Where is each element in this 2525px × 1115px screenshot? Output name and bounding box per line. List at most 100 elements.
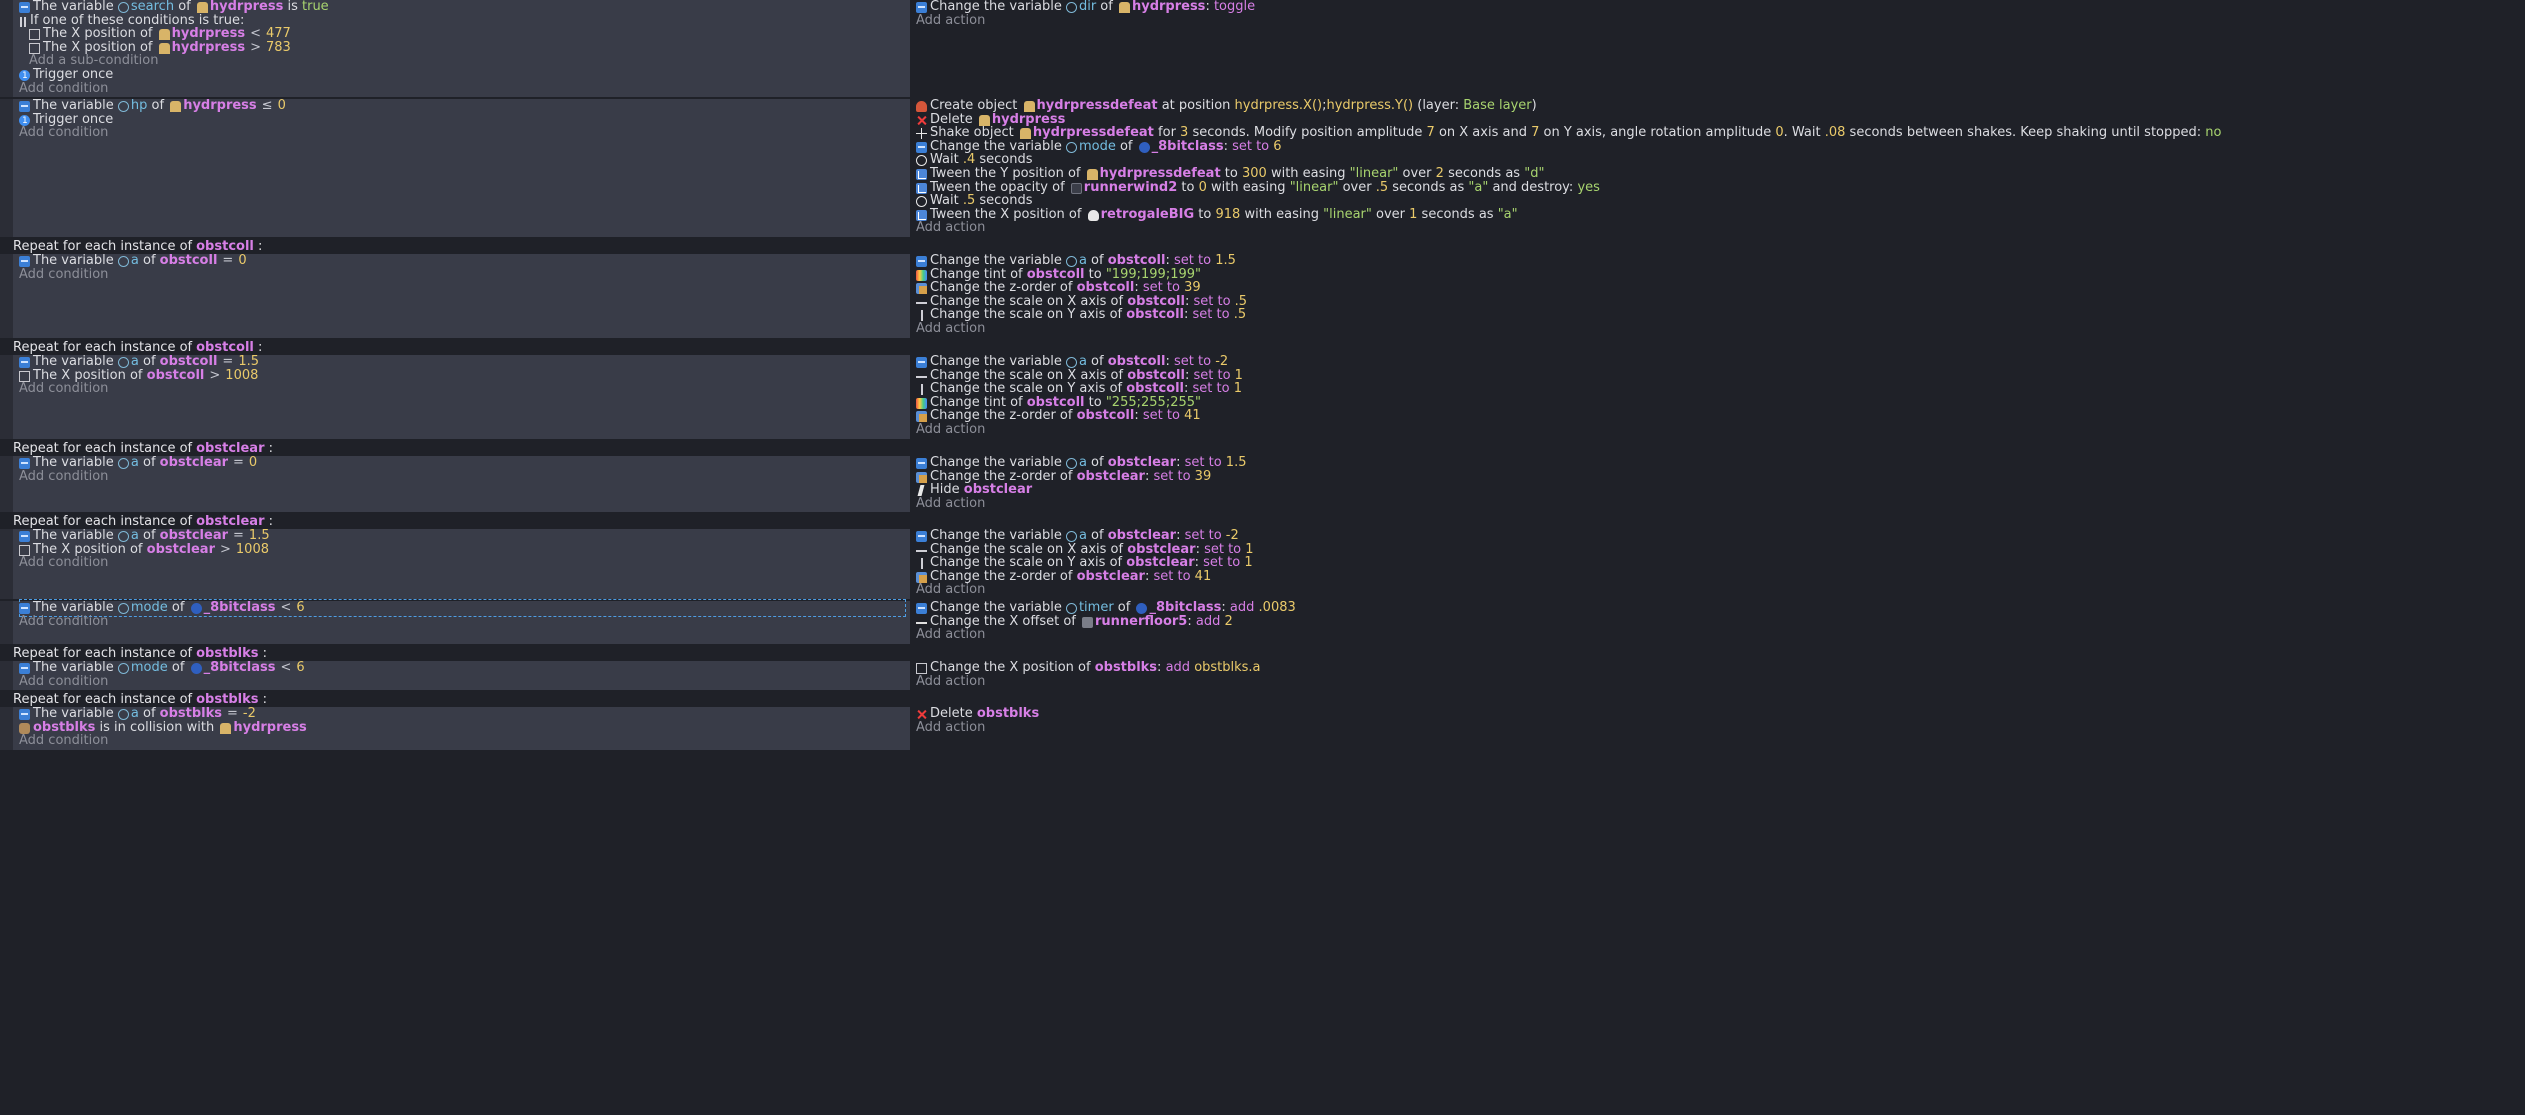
add-condition-link[interactable]: Add condition: [19, 673, 108, 691]
add-condition-row[interactable]: Add condition: [19, 673, 108, 691]
value: 1.5: [1215, 253, 1236, 268]
add-condition-link[interactable]: Add condition: [19, 468, 108, 486]
conditions-panel[interactable]: The variable a of obstcoll = 1.5 The X posi…: [13, 354, 910, 439]
operation-keyword: set to: [1153, 569, 1191, 584]
variable-name: mode: [130, 600, 168, 615]
actions-panel[interactable]: Create object hydrpressdefeat at positio…: [911, 98, 2525, 237]
event-block[interactable]: The variable mode of _8bitclass <6 Add con…: [0, 599, 2525, 644]
add-action-row[interactable]: Add action: [916, 421, 985, 439]
operator: <: [280, 660, 292, 675]
actions-panel[interactable]: Change the variable timer of _8bitclass:…: [911, 600, 2525, 644]
add-condition-link[interactable]: Add condition: [19, 380, 108, 398]
event-left-bar: [0, 355, 13, 439]
add-action-row[interactable]: Add action: [916, 219, 985, 237]
actions-panel[interactable]: Change the variable a of obstclear: set …: [911, 528, 2525, 599]
variable-icon: [916, 602, 927, 614]
add-action-row[interactable]: Add action: [916, 12, 985, 30]
value: 1.5: [1225, 455, 1247, 470]
action-row[interactable]: Tween the X position of retrogaleBIG to …: [916, 206, 1518, 224]
conditions-panel[interactable]: The variable search of hydrpress is true…: [13, 0, 910, 97]
instruction-text: to: [1177, 180, 1199, 195]
add-condition-link[interactable]: Add condition: [19, 266, 108, 284]
add-condition-row[interactable]: Add condition: [19, 554, 108, 572]
8bitclass-object-icon: [190, 602, 202, 614]
add-action-row[interactable]: Add action: [916, 581, 985, 599]
value: hydrpress.X(): [1234, 98, 1323, 113]
value: 0: [277, 98, 286, 113]
hydrpress-object-icon: [170, 100, 182, 112]
add-condition-row[interactable]: Add condition: [19, 124, 108, 142]
add-action-link[interactable]: Add action: [916, 719, 985, 737]
add-condition-row[interactable]: Add condition: [19, 613, 108, 631]
conditions-panel[interactable]: The variable mode of _8bitclass <6 Add con…: [13, 660, 910, 691]
add-action-row[interactable]: Add action: [916, 626, 985, 644]
add-action-link[interactable]: Add action: [916, 626, 985, 644]
repeat-event[interactable]: Repeat for each instance of obstcoll : The…: [0, 340, 2525, 439]
add-action-link[interactable]: Add action: [916, 320, 985, 338]
add-action-row[interactable]: Add action: [916, 320, 985, 338]
add-action-link[interactable]: Add action: [916, 219, 985, 237]
actions-panel[interactable]: Delete obstblks Add action: [911, 706, 2525, 750]
add-condition-link[interactable]: Add condition: [19, 732, 108, 750]
repeat-event[interactable]: Repeat for each instance of obstblks : The…: [0, 646, 2525, 690]
operation-keyword: add: [1165, 660, 1191, 675]
conditions-panel[interactable]: The variable a of obstclear = 1.5 The X pos…: [13, 528, 910, 599]
hydrpress-object-icon: [196, 1, 208, 13]
add-condition-link[interactable]: Add condition: [19, 80, 108, 98]
conditions-panel[interactable]: The variable hp of hydrpress≤0Trigger on…: [13, 98, 910, 237]
object-name: obstclear: [1076, 569, 1145, 584]
string-value: true: [302, 0, 329, 14]
conditions-panel[interactable]: The variable mode of _8bitclass <6 Add con…: [13, 599, 910, 644]
actions-panel[interactable]: Change the variable a of obstcoll: set t…: [911, 354, 2525, 439]
instruction-text: with easing: [1206, 180, 1290, 195]
repeat-event[interactable]: Repeat for each instance of obstclear : Th…: [0, 441, 2525, 512]
add-action-link[interactable]: Add action: [916, 495, 985, 513]
repeat-event[interactable]: Repeat for each instance of obstcoll : The…: [0, 239, 2525, 338]
condition-row[interactable]: The variable mode of _8bitclass <6: [19, 599, 906, 617]
variable-scope-icon: [1065, 530, 1077, 542]
instruction-text: :: [1223, 139, 1233, 154]
add-action-link[interactable]: Add action: [916, 421, 985, 439]
add-action-link[interactable]: Add action: [916, 581, 985, 599]
variable-name: a: [130, 253, 139, 268]
wait-icon: [916, 195, 927, 207]
object-name: _8bitclass: [203, 660, 276, 675]
actions-panel[interactable]: Change the X position of obstblks: add o…: [911, 660, 2525, 691]
add-action-link[interactable]: Add action: [916, 12, 985, 30]
value: 0: [238, 253, 247, 268]
add-condition-row[interactable]: Add condition: [19, 732, 108, 750]
add-action-link[interactable]: Add action: [916, 673, 985, 691]
instruction-text: . Wait: [1783, 125, 1825, 140]
actions-panel[interactable]: Change the variable a of obstcoll: set t…: [911, 253, 2525, 338]
variable-icon: [19, 255, 30, 267]
add-condition-row[interactable]: Add condition: [19, 266, 108, 284]
instruction-text: to: [1194, 207, 1216, 222]
conditions-panel[interactable]: The variable a of obstblks = -2 obstblks is…: [13, 706, 910, 750]
value: 7: [1426, 125, 1435, 140]
string-value: Base layer: [1463, 98, 1532, 113]
actions-panel[interactable]: Change the variable a of obstclear: set …: [911, 455, 2525, 513]
conditions-panel[interactable]: The variable a of obstclear = 0 Add conditi…: [13, 455, 910, 512]
add-condition-row[interactable]: Add condition: [19, 468, 108, 486]
instruction-text: :: [1157, 660, 1166, 675]
actions-panel[interactable]: Change the variable dir of hydrpress: to…: [911, 0, 2525, 97]
add-condition-row[interactable]: Add condition: [19, 380, 108, 398]
event-block[interactable]: The variable hp of hydrpress≤0Trigger on…: [0, 98, 2525, 237]
add-action-row[interactable]: Add action: [916, 719, 985, 737]
add-condition-link[interactable]: Add condition: [19, 124, 108, 142]
add-condition-link[interactable]: Add condition: [19, 554, 108, 572]
conditions-panel[interactable]: The variable a of obstcoll = 0 Add conditio…: [13, 253, 910, 338]
add-action-row[interactable]: Add action: [916, 495, 985, 513]
add-condition-row[interactable]: Add condition: [19, 80, 108, 98]
repeat-event[interactable]: Repeat for each instance of obstblks : The…: [0, 692, 2525, 750]
event-block[interactable]: The variable search of hydrpress is true…: [0, 0, 2525, 97]
variable-name: mode: [130, 660, 168, 675]
add-condition-link[interactable]: Add condition: [19, 613, 108, 631]
instruction-text: with easing: [1240, 207, 1324, 222]
variable-icon: [19, 662, 30, 674]
operation-keyword: set to: [1142, 408, 1180, 423]
repeat-event[interactable]: Repeat for each instance of obstclear : Th…: [0, 514, 2525, 599]
runnerwind-object-icon: [1070, 182, 1082, 194]
delete-icon: [916, 709, 927, 720]
add-action-row[interactable]: Add action: [916, 673, 985, 691]
